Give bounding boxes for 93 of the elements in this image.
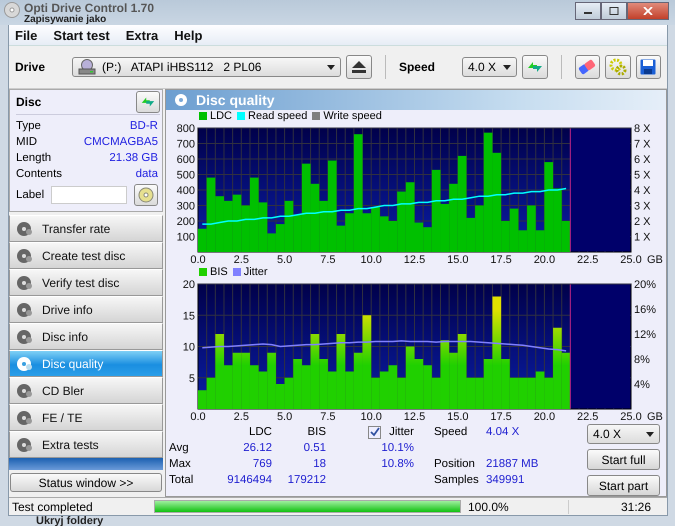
axis-label: 6 X — [634, 154, 651, 166]
stat-value: 769 — [252, 458, 272, 470]
legend-label: BIS — [210, 266, 228, 278]
axis-label: 25.0 — [620, 411, 642, 423]
axis-label: 7.5 — [320, 254, 336, 266]
panel-title: Disc quality — [196, 92, 275, 108]
axis-label: 700 — [176, 138, 195, 150]
info-label: Position — [433, 458, 476, 470]
info-value: 21887 MB — [486, 458, 538, 470]
axis-label: 2.5 — [234, 411, 249, 423]
axis-title: GB — [647, 254, 663, 266]
axis-label: 20.0 — [534, 254, 556, 266]
axis-label: 500 — [176, 170, 195, 182]
axis-label: 5 X — [634, 170, 651, 182]
legend-label: Write speed — [323, 110, 382, 122]
info-value: 4.04 X — [486, 426, 520, 438]
axis-label: 10.0 — [360, 254, 382, 266]
stat-value: 10.1% — [380, 442, 414, 454]
axis-label: 100 — [176, 232, 195, 244]
field-label: MID — [16, 136, 38, 148]
axis-label: 16% — [634, 304, 656, 316]
drive-label: Drive — [15, 60, 46, 74]
row-label: Avg — [168, 442, 190, 454]
axis-label: 0.0 — [190, 254, 206, 266]
axis-label: 25.0 — [620, 254, 642, 266]
axis-label: 4 X — [634, 185, 651, 197]
field-label: Type — [16, 120, 41, 132]
row-label: Max — [168, 458, 192, 470]
axis-label: 20 — [182, 279, 195, 291]
axis-label: 5.0 — [276, 411, 292, 423]
axis-label: 400 — [176, 185, 195, 197]
field-label: Label — [16, 189, 44, 201]
axis-label: 200 — [176, 216, 195, 228]
field-label: Length — [16, 152, 52, 164]
axis-label: 2 X — [634, 216, 651, 228]
axis-label: 4% — [634, 379, 650, 391]
row-label: Total — [168, 474, 194, 486]
axis-label: 600 — [176, 154, 195, 166]
axis-label: 20% — [634, 279, 656, 291]
info-value: 349991 — [486, 474, 526, 486]
axis-label: 10 — [182, 342, 195, 354]
axis-label: 1 X — [634, 232, 651, 244]
axis-label: 12% — [634, 329, 656, 341]
axis-label: 2.5 — [234, 254, 249, 266]
axis-label: 3 X — [634, 200, 651, 212]
stat-value: 0.51 — [302, 442, 326, 454]
axis-title: GB — [647, 411, 663, 423]
field-value: 21.38 GB — [109, 152, 158, 164]
column-header: BIS — [306, 426, 326, 438]
axis-label: 17.5 — [490, 411, 512, 423]
stat-value: 9146494 — [226, 474, 272, 486]
elapsed-time: 31:26 — [620, 500, 652, 514]
window-title: Opti Drive Control 1.70 — [24, 2, 156, 14]
axis-label: 0.0 — [190, 411, 206, 423]
stat-value: 179212 — [286, 474, 326, 486]
background-window-title: Zapisywanie jako — [24, 14, 108, 25]
stat-value: 10.8% — [380, 458, 414, 470]
legend-label: LDC — [210, 110, 232, 122]
field-label: Contents — [16, 168, 62, 180]
axis-label: 10.0 — [360, 411, 382, 423]
field-value: BD-R — [130, 120, 158, 132]
legend-label: Read speed — [248, 110, 308, 122]
axis-label: 8 X — [634, 123, 651, 135]
axis-label: 8% — [634, 354, 650, 366]
axis-label: 22.5 — [577, 411, 598, 423]
axis-label: 5 — [188, 372, 195, 385]
axis-label: 20.0 — [534, 411, 556, 423]
column-header: LDC — [248, 426, 272, 438]
background-window-item: Ukryj foldery — [36, 515, 104, 526]
checkbox-label: Jitter — [389, 426, 414, 438]
info-label: Speed — [433, 426, 468, 438]
speed-label: Speed — [398, 60, 435, 74]
axis-label: 5.0 — [276, 254, 292, 266]
axis-label: 15.0 — [447, 411, 468, 423]
axis-label: 17.5 — [490, 254, 512, 266]
stat-value: 26.12 — [242, 442, 272, 454]
axis-label: 300 — [176, 200, 195, 212]
info-label: Samples — [433, 474, 480, 486]
axis-label: 7 X — [634, 138, 651, 150]
axis-label: 12.5 — [404, 411, 426, 423]
axis-label: 15 — [182, 310, 195, 322]
axis-label: 7.5 — [320, 411, 336, 423]
axis-label: 800 — [176, 123, 195, 135]
stat-value: 18 — [312, 458, 326, 470]
axis-label: 22.5 — [577, 254, 598, 266]
field-value: data — [136, 168, 158, 180]
axis-label: 15.0 — [447, 254, 468, 266]
progress-percent: 100.0% — [464, 500, 569, 514]
field-value: CMCMAGBA5 — [84, 136, 158, 148]
disc-heading: Disc — [16, 95, 42, 109]
status-text: Test completed — [11, 500, 94, 514]
axis-label: 12.5 — [404, 254, 426, 266]
legend-label: Jitter — [244, 266, 268, 278]
